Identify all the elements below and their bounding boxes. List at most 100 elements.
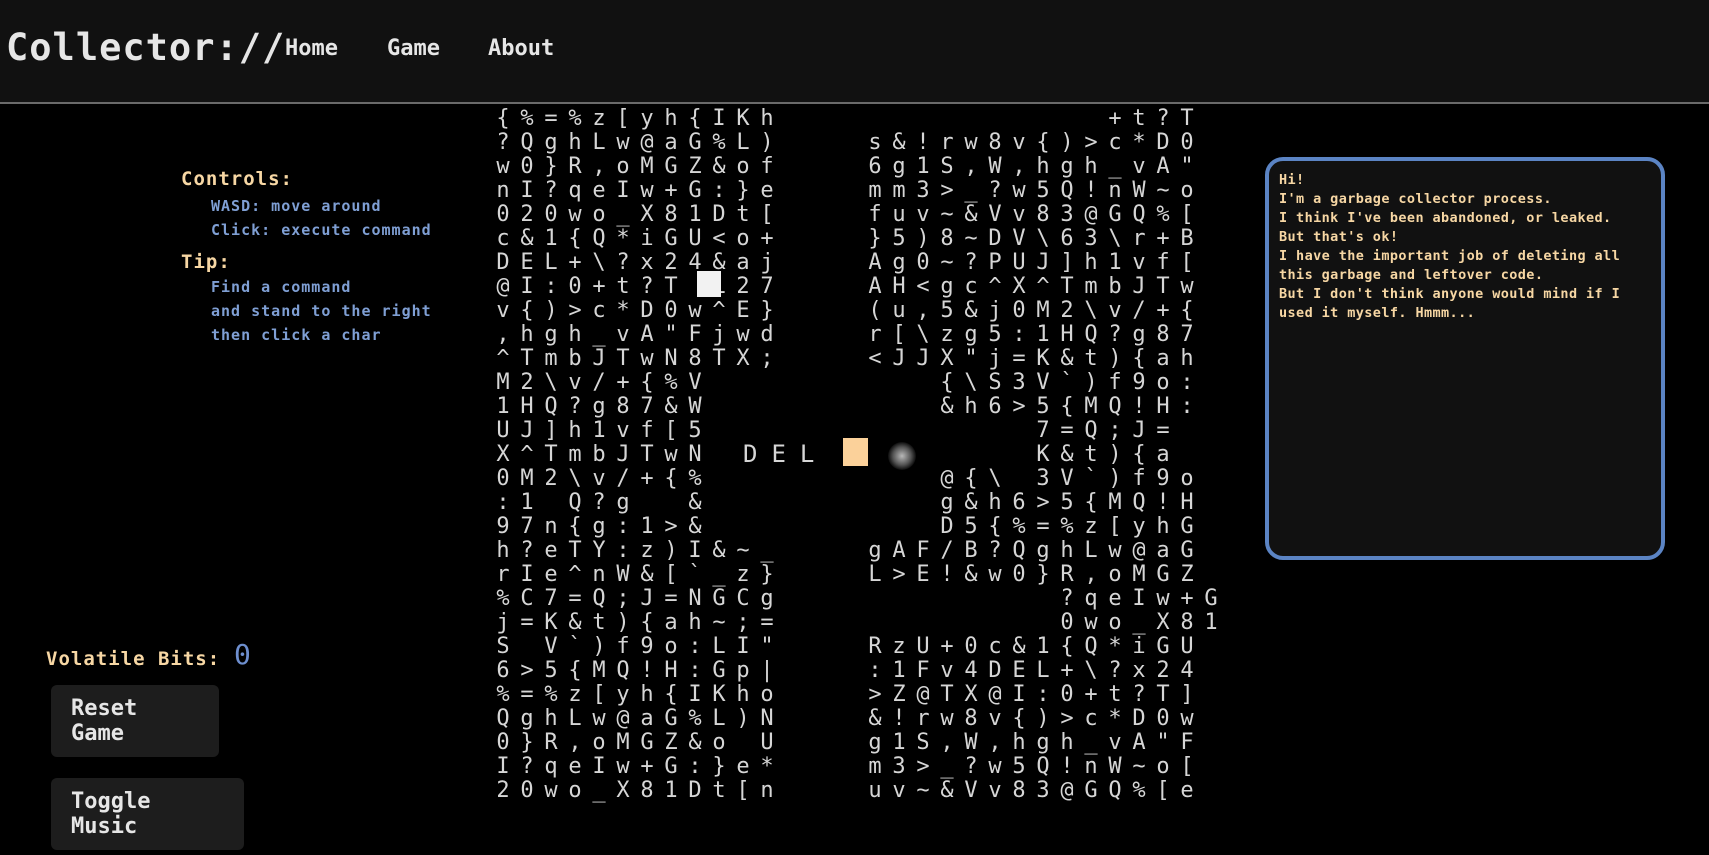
grid-char[interactable]: : (539, 275, 563, 299)
grid-char[interactable]: ) (1055, 131, 1079, 155)
grid-char[interactable]: \ (587, 251, 611, 275)
grid-char[interactable]: * (611, 299, 635, 323)
grid-char[interactable]: G (635, 731, 659, 755)
grid-char[interactable]: c (491, 227, 515, 251)
grid-char[interactable]: w (731, 323, 755, 347)
grid-char[interactable]: / (1127, 299, 1151, 323)
grid-char[interactable]: w (1175, 275, 1199, 299)
grid-char[interactable]: > (1055, 707, 1079, 731)
grid-char[interactable]: g (887, 155, 911, 179)
grid-char[interactable]: 1 (911, 155, 935, 179)
grid-char[interactable]: M (1127, 563, 1151, 587)
grid-char[interactable]: \ (983, 467, 1007, 491)
grid-char[interactable]: { (659, 683, 683, 707)
grid-char[interactable]: w (611, 131, 635, 155)
grid-char[interactable]: ` (1055, 371, 1079, 395)
grid-char[interactable]: c (983, 635, 1007, 659)
grid-char[interactable]: h (1079, 251, 1103, 275)
grid-char[interactable]: 3 (1031, 779, 1055, 803)
grid-char[interactable]: \ (911, 323, 935, 347)
grid-char[interactable]: T (515, 347, 539, 371)
grid-char[interactable]: 1 (515, 491, 539, 515)
grid-char[interactable]: % (491, 683, 515, 707)
grid-char[interactable]: o (587, 731, 611, 755)
grid-char[interactable]: ~ (935, 251, 959, 275)
grid-char[interactable]: Q (1055, 179, 1079, 203)
grid-char[interactable]: ~ (707, 611, 731, 635)
grid-char[interactable]: = (1007, 347, 1031, 371)
grid-char[interactable]: ) (1079, 371, 1103, 395)
grid-char[interactable]: ) (1031, 707, 1055, 731)
grid-char[interactable]: b (1103, 275, 1127, 299)
grid-char[interactable]: > (515, 659, 539, 683)
grid-char[interactable]: w (983, 563, 1007, 587)
grid-char[interactable]: I (1127, 587, 1151, 611)
grid-char[interactable]: : (683, 755, 707, 779)
grid-char[interactable]: E (731, 299, 755, 323)
grid-char[interactable]: " (755, 635, 779, 659)
grid-char[interactable]: v (587, 467, 611, 491)
grid-char[interactable]: h (491, 539, 515, 563)
grid-char[interactable]: ( (863, 299, 887, 323)
grid-char[interactable]: + (1079, 683, 1103, 707)
grid-char[interactable]: ~ (1127, 755, 1151, 779)
grid-char[interactable]: H (887, 275, 911, 299)
grid-char[interactable]: e (1103, 587, 1127, 611)
grid-char[interactable]: 8 (1151, 323, 1175, 347)
grid-char[interactable]: g (1055, 155, 1079, 179)
grid-char[interactable]: = (1151, 419, 1175, 443)
grid-char[interactable]: y (611, 683, 635, 707)
grid-char[interactable]: 1 (1199, 611, 1223, 635)
grid-char[interactable]: { (1175, 299, 1199, 323)
grid-char[interactable]: 1 (587, 419, 611, 443)
grid-char[interactable]: o (659, 635, 683, 659)
grid-char[interactable]: Q (1079, 635, 1103, 659)
grid-char[interactable]: E (1007, 659, 1031, 683)
grid-char[interactable]: I (515, 563, 539, 587)
grid-char[interactable]: [ (731, 779, 755, 803)
grid-char[interactable]: r (935, 131, 959, 155)
grid-char[interactable]: Q (1103, 395, 1127, 419)
grid-char[interactable]: } (863, 227, 887, 251)
grid-char[interactable]: t (707, 779, 731, 803)
grid-char[interactable]: n (539, 515, 563, 539)
grid-char[interactable]: 3 (1055, 203, 1079, 227)
grid-char[interactable]: L (707, 635, 731, 659)
grid-char[interactable]: c (959, 275, 983, 299)
grid-char[interactable]: @ (611, 707, 635, 731)
grid-char[interactable]: { (935, 371, 959, 395)
grid-char[interactable]: Z (887, 683, 911, 707)
grid-char[interactable]: v (1103, 731, 1127, 755)
grid-char[interactable]: z (563, 683, 587, 707)
grid-char[interactable]: 7 (1031, 419, 1055, 443)
grid-char[interactable]: [ (1175, 755, 1199, 779)
grid-char[interactable]: M (1031, 299, 1055, 323)
grid-char[interactable]: q (539, 755, 563, 779)
grid-char[interactable]: Q (611, 659, 635, 683)
grid-char[interactable]: v (1127, 251, 1151, 275)
grid-char[interactable]: \ (563, 467, 587, 491)
grid-char[interactable]: t (587, 611, 611, 635)
grid-char[interactable]: _ (1103, 155, 1127, 179)
grid-char[interactable]: ~ (959, 227, 983, 251)
grid-char[interactable]: g (935, 491, 959, 515)
grid-char[interactable]: X (959, 683, 983, 707)
grid-char[interactable]: 8 (683, 347, 707, 371)
grid-char[interactable]: + (1055, 659, 1079, 683)
grid-char[interactable]: g (1127, 323, 1151, 347)
grid-char[interactable]: I (587, 755, 611, 779)
grid-char[interactable]: w (935, 707, 959, 731)
grid-char[interactable]: h (1055, 539, 1079, 563)
grid-char[interactable]: ? (515, 539, 539, 563)
grid-char[interactable]: \ (1103, 227, 1127, 251)
grid-char[interactable]: & (515, 227, 539, 251)
grid-char[interactable]: Q (587, 587, 611, 611)
grid-char[interactable]: V (683, 371, 707, 395)
command-del-word[interactable]: DEL (743, 440, 828, 468)
grid-char[interactable]: J (635, 587, 659, 611)
grid-char[interactable]: v (935, 659, 959, 683)
grid-char[interactable]: , (911, 299, 935, 323)
grid-char[interactable]: L (1079, 539, 1103, 563)
grid-char[interactable]: & (959, 299, 983, 323)
grid-char[interactable]: R (1055, 563, 1079, 587)
